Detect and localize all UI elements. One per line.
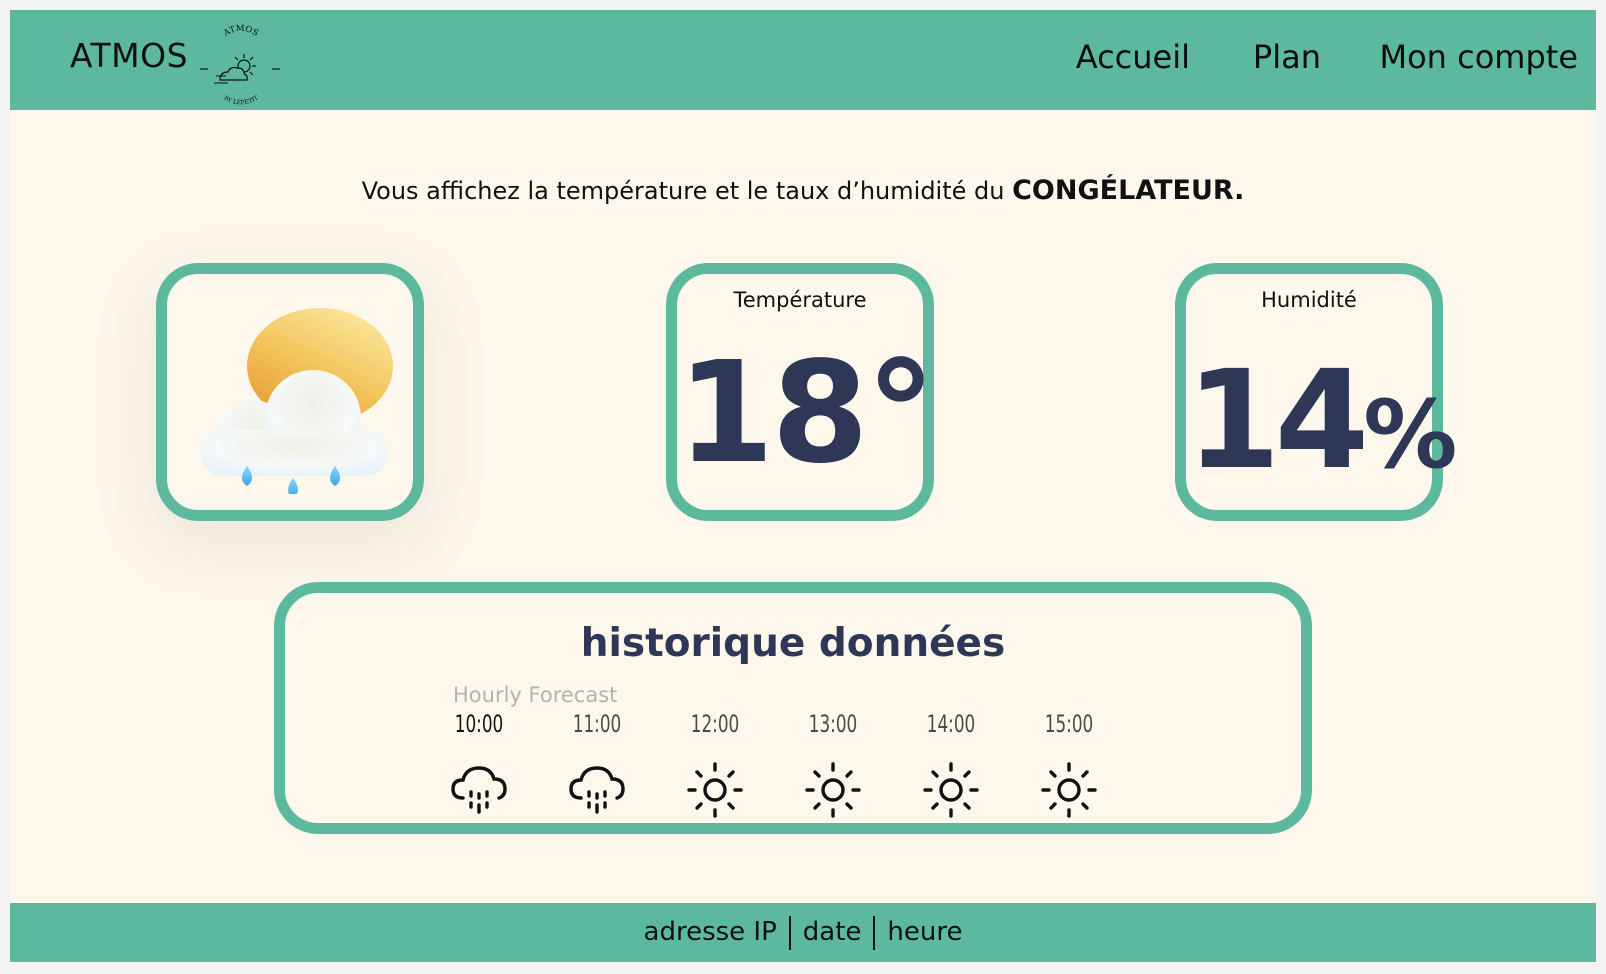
footer-separator [788,915,791,950]
svg-text:ATMOS: ATMOS [221,24,260,39]
forecast-time: 14:00 [926,710,976,738]
footer-date: date [802,917,862,947]
logo-arc-bottom-text: BY LEPETIT [222,94,259,106]
forecast-hour: 13:00 [793,710,873,820]
weather-card [156,263,424,521]
nav-plan[interactable]: Plan [1253,38,1321,76]
top-bar: ATMOS ATMOS BY LEPETIT Accueil Plan Mon … [10,10,1596,110]
svg-text:BY LEPETIT: BY LEPETIT [222,94,259,106]
humidity-label: Humidité [1261,288,1357,312]
humidity-value: 14 [1186,342,1369,500]
footer-ip: adresse IP [643,917,777,947]
footer-time: heure [887,917,963,947]
rain-cloud-icon [569,766,625,814]
sun-icon [1041,762,1097,818]
rain-cloud-icon [451,766,507,814]
hourly-forecast-label: Hourly Forecast [453,683,618,707]
history-panel: historique données Hourly Forecast 10:00… [274,582,1312,834]
forecast-time: 15:00 [1044,710,1094,738]
brand-name: ATMOS [70,36,189,75]
forecast-time: 12:00 [690,710,740,738]
location-name: CONGÉLATEUR. [1012,175,1245,206]
nav-mon-compte[interactable]: Mon compte [1379,38,1578,76]
temperature-card: Température 18° [666,263,936,521]
humidity-card: Humidité 14% [1175,263,1457,521]
logo-arc-top-text: ATMOS [221,24,260,39]
footer-separator [873,915,876,950]
temperature-value: 18° [677,332,936,495]
nav-accueil[interactable]: Accueil [1076,38,1190,76]
forecast-hour: 14:00 [911,710,991,820]
sun-icon [805,762,861,818]
sun-icon [687,762,743,818]
app-frame: ATMOS ATMOS BY LEPETIT Accueil Plan Mon … [10,10,1596,964]
forecast-time: 13:00 [808,710,858,738]
forecast-hour: 10:00 [439,710,519,820]
atmos-logo-icon: ATMOS BY LEPETIT [200,24,280,106]
forecast-hour: 12:00 [675,710,755,820]
sun-cloud-rain-icon [201,308,393,494]
history-title: historique données [580,621,1006,666]
intro-text: Vous affichez la température et le taux … [10,175,1596,206]
humidity-unit: % [1363,381,1458,490]
footer-bar: adresse IP date heure [10,903,1596,962]
sun-icon [923,762,979,818]
humidity-value-wrap: 14% [1186,342,1457,500]
forecast-hour: 11:00 [557,710,637,820]
forecast-time: 11:00 [572,710,622,738]
forecast-time: 10:00 [454,710,504,738]
forecast-hour: 15:00 [1029,710,1109,820]
temperature-label: Température [733,288,867,312]
intro-sentence: Vous affichez la température et le taux … [361,177,1013,205]
